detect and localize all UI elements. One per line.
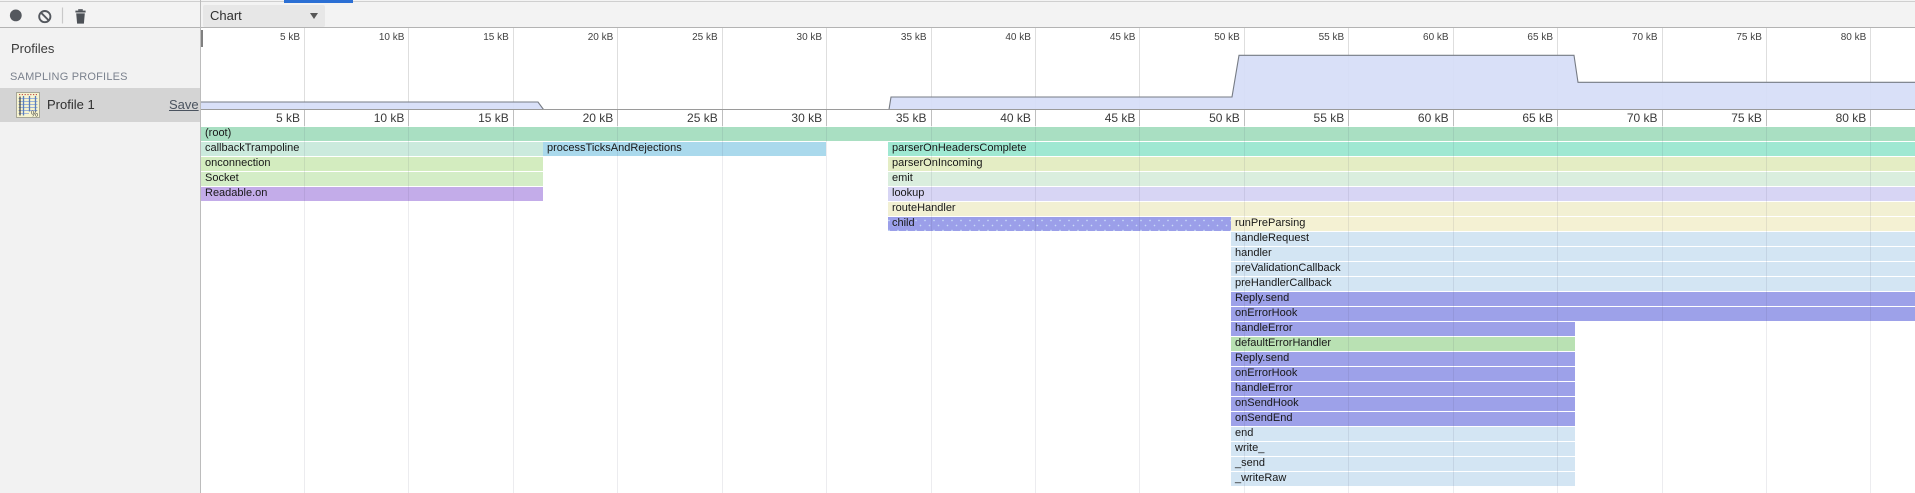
svg-text:%: % (31, 110, 38, 119)
